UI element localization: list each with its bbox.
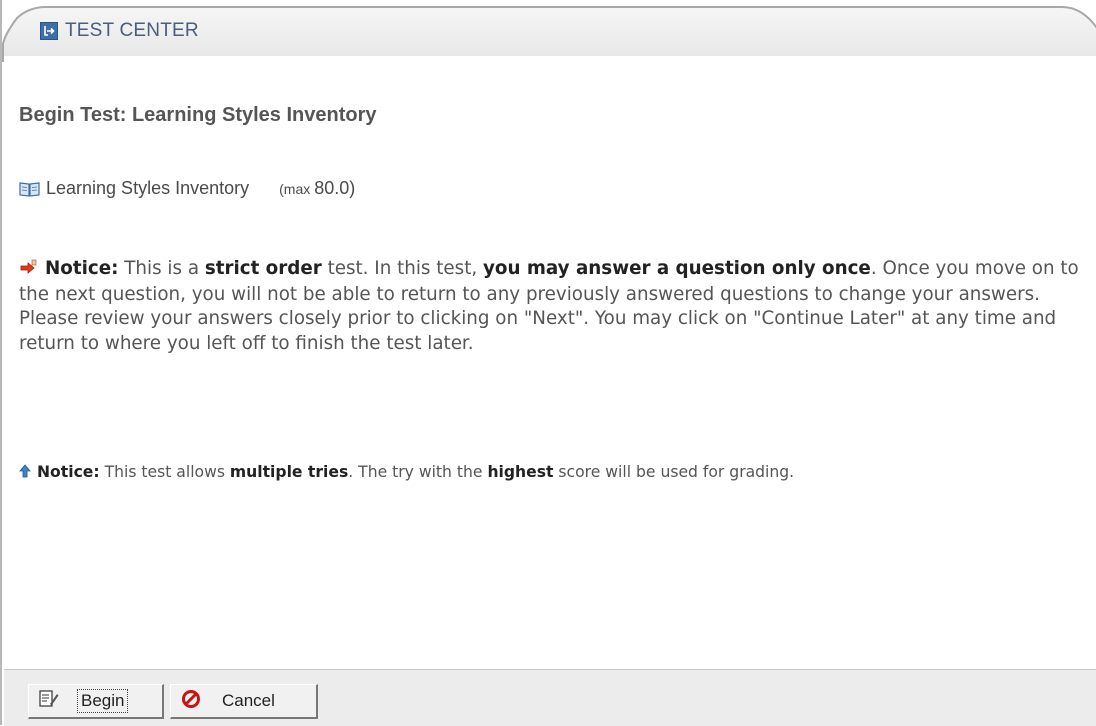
book-icon: [19, 181, 40, 197]
begin-button-label: Begin: [77, 689, 129, 713]
edit-document-icon: [39, 689, 59, 713]
notice-bold-2: highest: [487, 463, 554, 481]
strict-order-notice: Notice: This is a strict order test. In …: [19, 257, 1091, 356]
notice-text-2: test. In this test,: [321, 258, 483, 279]
notice-text-2: . The try with the: [348, 463, 488, 481]
panel-title: TEST CENTER: [40, 20, 199, 42]
page-title: Begin Test: Learning Styles Inventory: [19, 104, 377, 126]
multiple-tries-notice: Notice: This test allows multiple tries.…: [19, 461, 1091, 484]
max-score-value: 80.0): [314, 178, 356, 198]
panel-header: TEST CENTER: [2, 0, 1096, 62]
up-arrow-icon: [19, 462, 31, 484]
panel-title-text: TEST CENTER: [65, 20, 199, 41]
button-bar: Begin Cancel: [4, 669, 1096, 726]
notice-label: Notice:: [45, 258, 119, 279]
notice-bold-2: you may answer a question only once: [483, 258, 871, 279]
cancel-button-label: Cancel: [222, 691, 275, 710]
notice-text-3: score will be used for grading.: [553, 463, 795, 481]
export-arrow-icon: [40, 22, 58, 40]
cancel-circle-icon: [181, 689, 201, 714]
test-name: Learning Styles Inventory: [46, 178, 250, 198]
cancel-button[interactable]: Cancel: [170, 684, 318, 719]
max-score-label: (max: [279, 180, 311, 197]
hand-pointer-icon: [19, 258, 39, 283]
notice-bold-1: strict order: [204, 258, 322, 279]
notice-text-1: This test allows: [99, 463, 230, 481]
notice-label: Notice:: [37, 463, 100, 481]
begin-button[interactable]: Begin: [28, 684, 164, 719]
test-info: Learning Styles Inventory (max 80.0): [19, 178, 355, 199]
notice-text-1: This is a: [118, 258, 205, 279]
notice-bold-1: multiple tries: [229, 463, 349, 481]
test-center-panel: TEST CENTER Begin Test: Learning Styles …: [0, 0, 1096, 726]
